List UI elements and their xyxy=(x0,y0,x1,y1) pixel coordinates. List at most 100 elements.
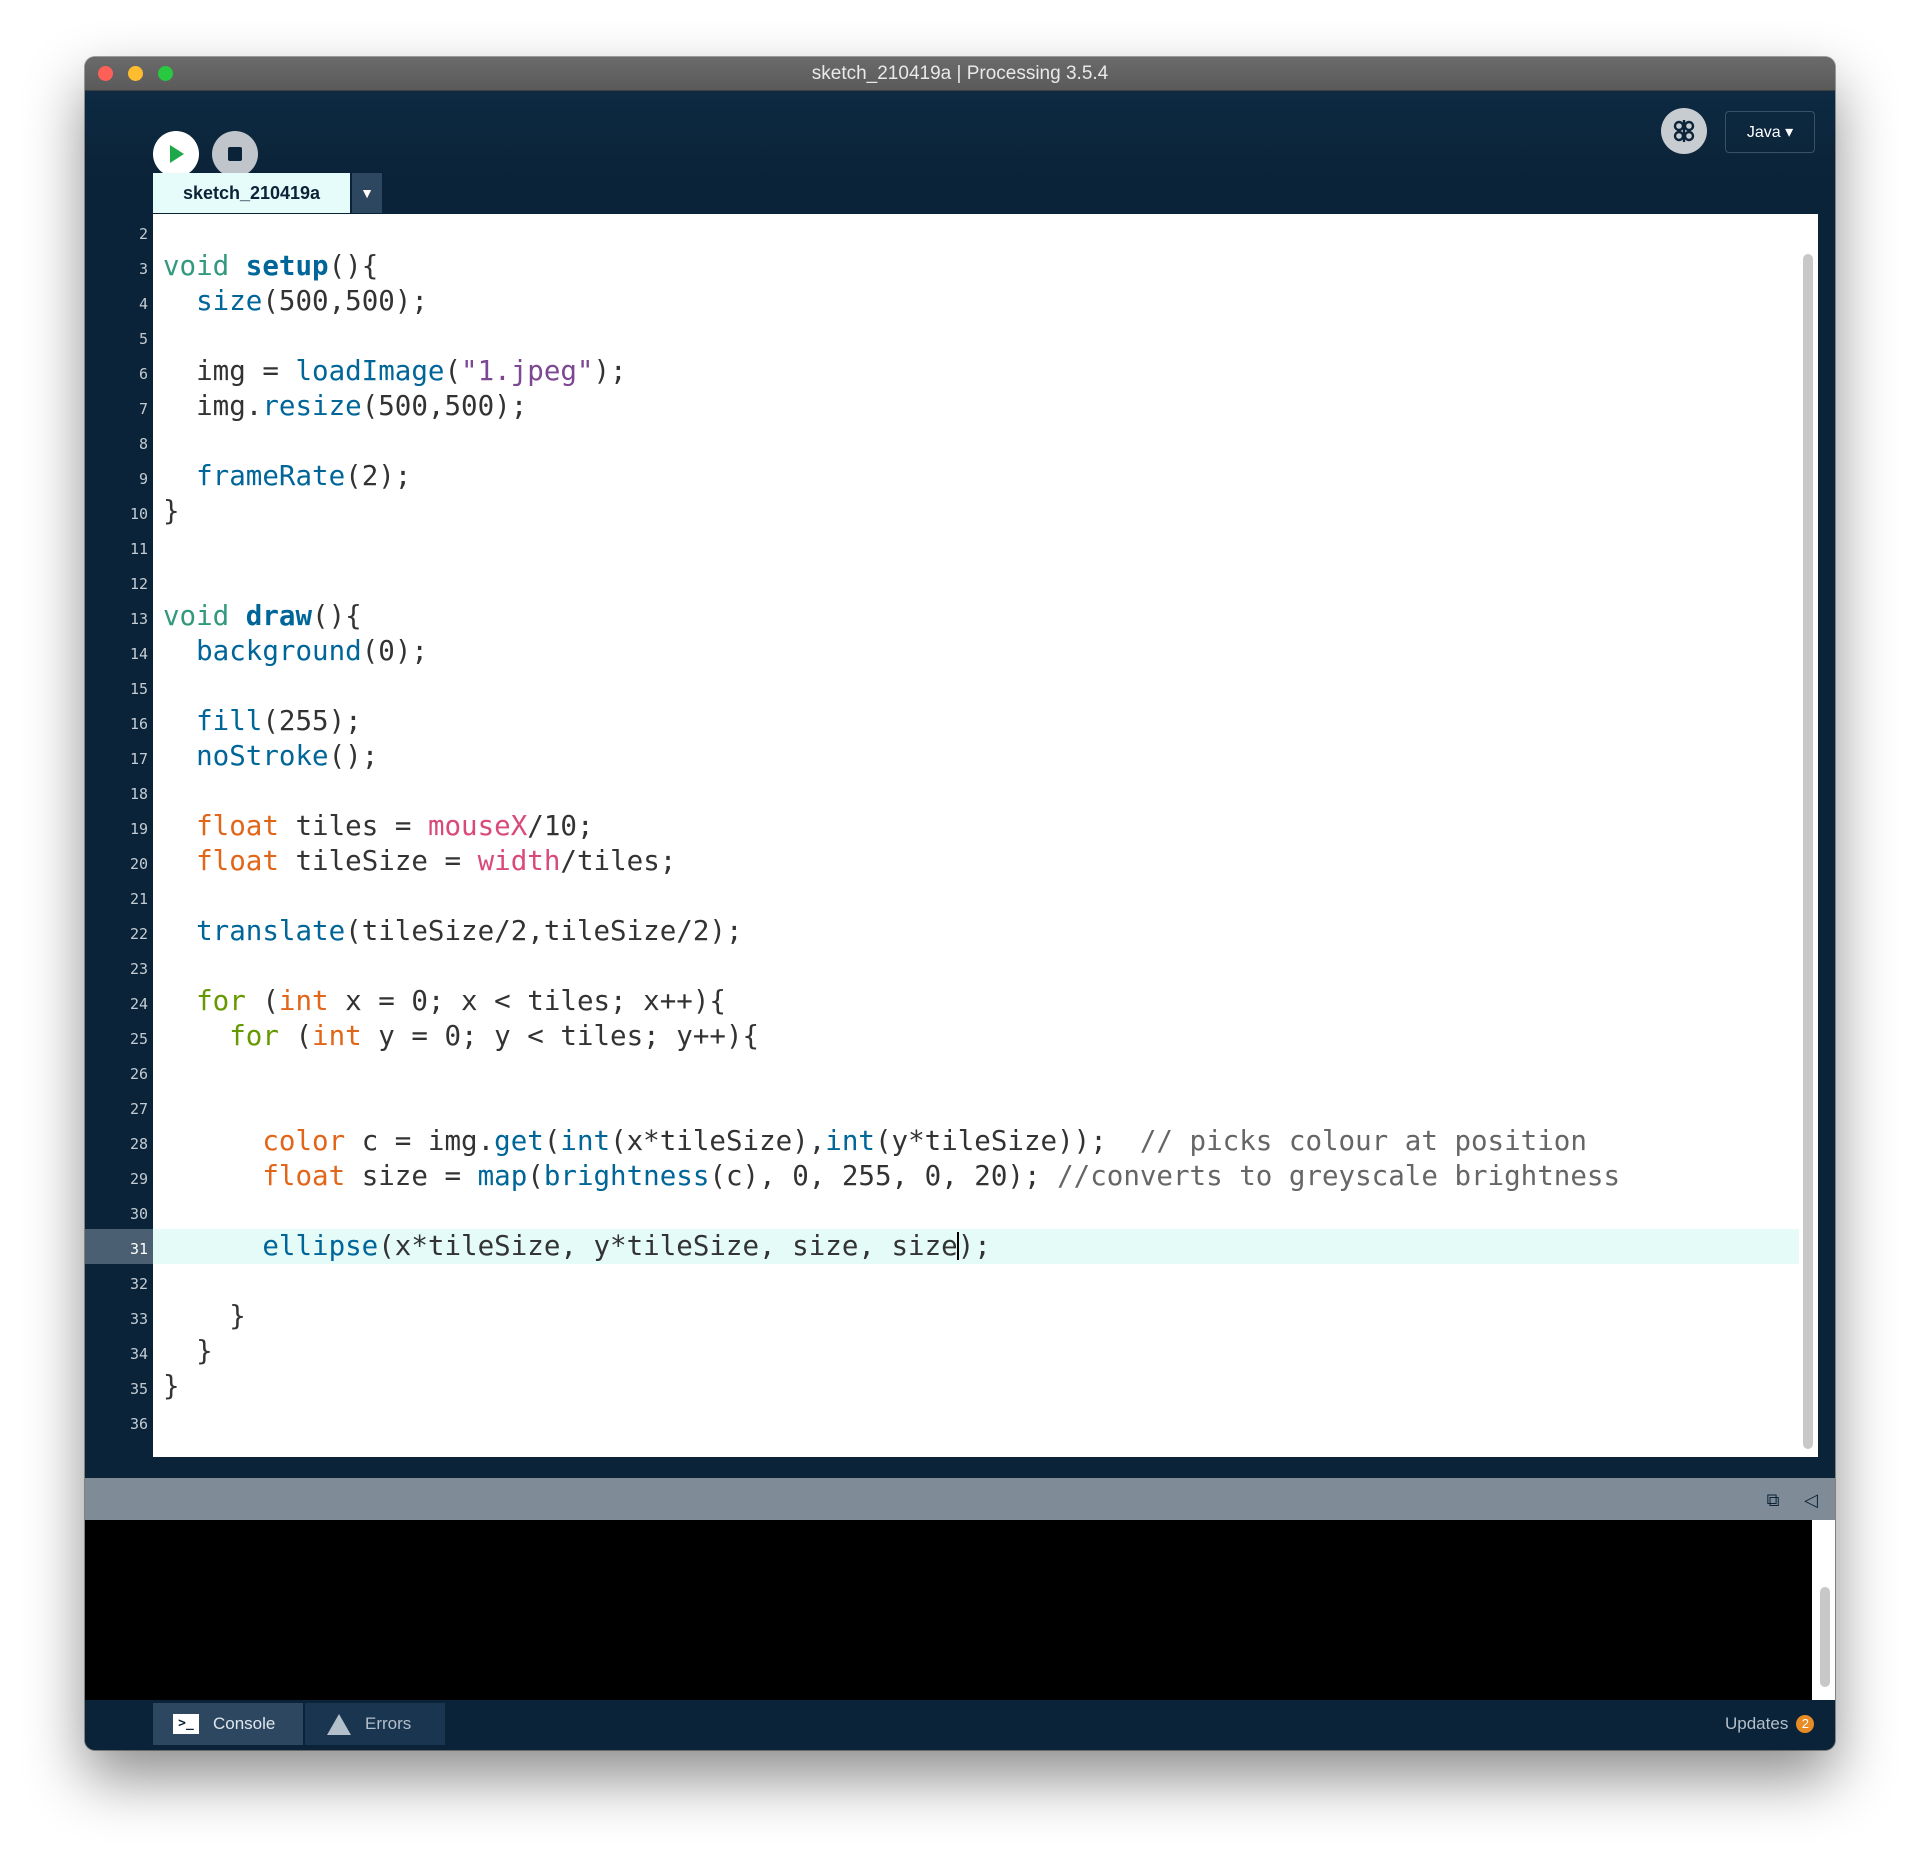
code-line[interactable]: noStroke(); xyxy=(153,739,1800,774)
code-line[interactable]: for (int y = 0; y < tiles; y++){ xyxy=(153,1019,1800,1054)
token-function: int xyxy=(825,1125,875,1157)
token-string: "1.jpeg" xyxy=(461,355,594,387)
line-number: 24 xyxy=(129,995,148,1013)
line-number: 9 xyxy=(138,470,148,488)
updates-link[interactable]: Updates 2 xyxy=(1725,1703,1815,1745)
stop-button[interactable] xyxy=(212,131,258,177)
token-function: brightness xyxy=(543,1160,710,1192)
code-line[interactable]: void setup(){ xyxy=(153,249,1800,284)
code-line[interactable]: float size = map(brightness(c), 0, 255, … xyxy=(153,1159,1800,1194)
line-number: 13 xyxy=(129,610,148,628)
line-number: 29 xyxy=(129,1170,148,1188)
line-number-current: 31 xyxy=(85,1229,153,1264)
line-number: 15 xyxy=(129,680,148,698)
debug-button[interactable] xyxy=(1661,108,1707,154)
line-number: 3 xyxy=(138,260,148,278)
code-line[interactable]: translate(tileSize/2,tileSize/2); xyxy=(153,914,1800,949)
code-line[interactable]: float tiles = mouseX/10; xyxy=(153,809,1800,844)
line-number: 30 xyxy=(129,1205,148,1223)
collapse-console-icon[interactable]: ◁ xyxy=(1800,1489,1822,1511)
token-function: ellipse xyxy=(262,1230,379,1262)
stop-icon xyxy=(228,147,242,161)
line-number: 14 xyxy=(129,645,148,663)
code-line[interactable]: img.resize(500,500); xyxy=(153,389,1800,424)
code-line[interactable]: size(500,500); xyxy=(153,284,1800,319)
token-function: background xyxy=(196,635,362,667)
token-function: noStroke xyxy=(196,740,329,772)
console-scrollbar-thumb[interactable] xyxy=(1820,1587,1830,1687)
code-line[interactable]: } xyxy=(153,1299,1800,1334)
line-number: 26 xyxy=(129,1065,148,1083)
line-number: 23 xyxy=(129,960,148,978)
token-control: for xyxy=(229,1020,279,1052)
token-type: float xyxy=(196,810,279,842)
errors-tab[interactable]: Errors xyxy=(305,1703,445,1745)
code-line[interactable]: void draw(){ xyxy=(153,599,1800,634)
token-type: float xyxy=(262,1160,346,1192)
line-number: 21 xyxy=(129,890,148,908)
code-line[interactable]: frameRate(2); xyxy=(153,459,1800,494)
code-line[interactable]: float tileSize = width/tiles; xyxy=(153,844,1800,879)
token-type: int xyxy=(278,985,329,1017)
line-number: 12 xyxy=(129,575,148,593)
line-number: 32 xyxy=(129,1275,148,1293)
line-number: 6 xyxy=(138,365,148,383)
line-number: 16 xyxy=(129,715,148,733)
token-function: get xyxy=(494,1125,544,1157)
token-function: fill xyxy=(196,705,263,737)
line-number: 25 xyxy=(129,1030,148,1048)
warning-icon xyxy=(327,1713,351,1735)
code-line[interactable]: } xyxy=(153,1334,1800,1369)
code-line[interactable]: color c = img.get(int(x*tileSize),int(y*… xyxy=(153,1124,1800,1159)
token-keyword: void xyxy=(163,250,230,282)
code-line-current[interactable]: ellipse(x*tileSize, y*tileSize, size, si… xyxy=(153,1229,1800,1264)
message-bar xyxy=(85,1478,1835,1520)
line-number: 34 xyxy=(129,1345,148,1363)
copy-console-icon[interactable]: ⧉ xyxy=(1762,1489,1784,1511)
editor-scrollbar-thumb[interactable] xyxy=(1803,254,1813,1449)
line-number: 11 xyxy=(129,540,148,558)
token-type: int xyxy=(312,1020,362,1052)
line-number: 5 xyxy=(138,330,148,348)
code-editor[interactable]: void setup(){ size(500,500); img = loadI… xyxy=(153,214,1818,1457)
code-line[interactable]: } xyxy=(153,1369,1800,1404)
run-button[interactable] xyxy=(153,131,199,177)
line-number: 19 xyxy=(129,820,148,838)
token-type: float xyxy=(196,845,279,877)
line-number: 28 xyxy=(129,1135,148,1153)
toolbar xyxy=(85,91,1835,175)
line-number: 36 xyxy=(129,1415,148,1433)
token-builtin-var: width xyxy=(477,845,561,877)
token-comment: // picks colour at position xyxy=(1139,1125,1587,1157)
line-number: 27 xyxy=(129,1100,148,1118)
window-title: sketch_210419a | Processing 3.5.4 xyxy=(811,63,1109,84)
code-line[interactable]: background(0); xyxy=(153,634,1800,669)
updates-badge: 2 xyxy=(1796,1715,1815,1733)
tab-sketch[interactable]: sketch_210419a xyxy=(153,173,350,213)
code-line[interactable]: for (int x = 0; x < tiles; x++){ xyxy=(153,984,1800,1019)
token-function: draw xyxy=(245,600,313,632)
play-icon xyxy=(170,145,184,163)
console-icon: >_ xyxy=(173,1714,199,1734)
mode-selector[interactable]: Java ▾ xyxy=(1725,111,1815,153)
debug-butterfly-icon xyxy=(1673,120,1695,142)
token-function: map xyxy=(477,1160,528,1192)
token-function: int xyxy=(560,1125,611,1157)
token-function: loadImage xyxy=(295,355,445,387)
token-control: for xyxy=(196,985,246,1017)
token-function: size xyxy=(196,285,263,317)
line-number: 22 xyxy=(129,925,148,943)
line-number: 10 xyxy=(129,505,148,523)
line-number: 18 xyxy=(129,785,148,803)
line-number: 8 xyxy=(138,435,148,453)
code-line[interactable]: img = loadImage("1.jpeg"); xyxy=(153,354,1800,389)
errors-tab-label: Errors xyxy=(365,1714,412,1733)
processing-window: sketch_210419a | Processing 3.5.4 Java ▾… xyxy=(85,57,1835,1750)
code-line[interactable]: fill(255); xyxy=(153,704,1800,739)
console-output[interactable] xyxy=(85,1520,1812,1700)
tab-menu-arrow[interactable]: ▼ xyxy=(352,173,382,213)
console-tab[interactable]: >_ Console xyxy=(153,1703,303,1745)
token-type: color xyxy=(262,1125,346,1157)
token-keyword: void xyxy=(163,600,230,632)
code-line[interactable]: } xyxy=(153,494,1800,529)
